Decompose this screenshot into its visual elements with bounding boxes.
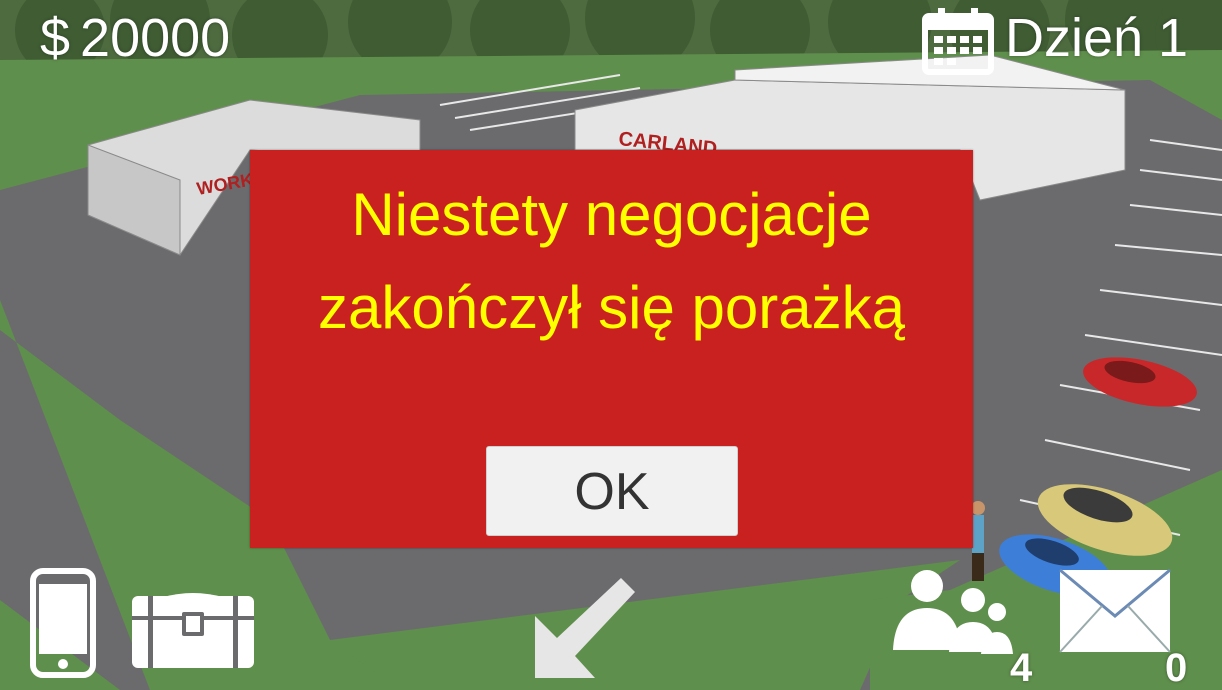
dollar-icon: $ xyxy=(40,8,71,68)
money-display: $20000 xyxy=(40,6,230,70)
money-amount: 20000 xyxy=(80,8,231,68)
mail-icon[interactable] xyxy=(1058,566,1172,656)
chest-icon[interactable] xyxy=(130,582,256,670)
messages-count-badge: 0 xyxy=(1165,646,1188,690)
ok-button[interactable]: OK xyxy=(486,446,738,536)
calendar-icon[interactable] xyxy=(922,6,994,76)
dialog-message: Niestety negocjacje zakończył się porażk… xyxy=(318,181,905,341)
day-label: Dzień 1 xyxy=(1005,8,1189,68)
contacts-count-badge: 4 xyxy=(1010,646,1033,690)
people-icon[interactable] xyxy=(893,566,1023,656)
negotiation-failed-dialog: Niestety negocjacje zakończył się porażk… xyxy=(250,150,973,548)
arrow-down-left-icon[interactable] xyxy=(533,576,637,680)
phone-icon[interactable] xyxy=(30,568,96,678)
